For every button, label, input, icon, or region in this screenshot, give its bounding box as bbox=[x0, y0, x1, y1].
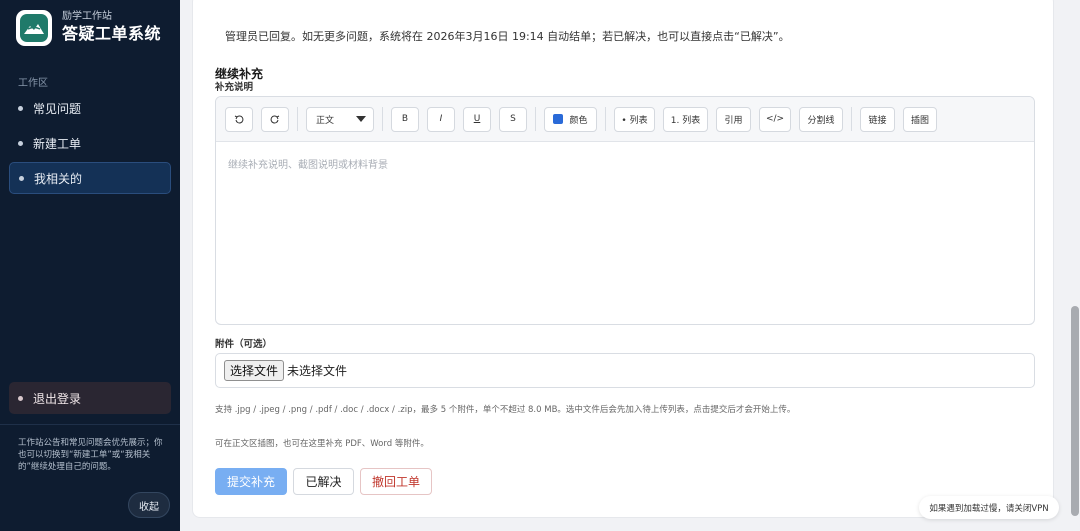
redo-icon bbox=[270, 115, 280, 124]
sidebar: 励学工作站 答疑工单系统 工作区 常见问题 新建工单 我相关的 退出登录 工作站… bbox=[0, 0, 180, 531]
file-status: 未选择文件 bbox=[287, 364, 348, 378]
italic-button[interactable]: I bbox=[427, 106, 455, 132]
logout-button[interactable]: 退出登录 bbox=[9, 382, 171, 414]
bullet-icon bbox=[18, 395, 23, 401]
bullet-icon bbox=[18, 105, 23, 111]
insert-image-button[interactable]: 插图 bbox=[903, 106, 937, 132]
link-button[interactable]: 链接 bbox=[860, 106, 895, 132]
toolbar-divider bbox=[851, 107, 852, 131]
choose-file-button[interactable]: 选择文件 bbox=[224, 360, 285, 381]
block-format-value: 正文 bbox=[316, 115, 335, 126]
undo-button[interactable] bbox=[225, 106, 253, 132]
bold-button[interactable]: B bbox=[391, 106, 419, 132]
toolbar-divider bbox=[605, 107, 606, 131]
sidebar-item-related[interactable]: 我相关的 bbox=[9, 162, 171, 194]
sidebar-item-label: 常见问题 bbox=[33, 101, 82, 116]
color-swatch-icon bbox=[553, 114, 564, 124]
logo bbox=[16, 10, 52, 46]
strikethrough-button[interactable]: S bbox=[499, 106, 527, 132]
bullet-icon bbox=[19, 175, 24, 181]
collapse-button[interactable]: 收起 bbox=[128, 492, 170, 518]
ordered-list-button[interactable]: 1. 列表 bbox=[663, 106, 708, 132]
book-on-hills-icon bbox=[20, 14, 48, 42]
inline-image-hint: 可在正文区插图，也可在这里补充 PDF、Word 等附件。 bbox=[215, 439, 429, 449]
attachment-label: 附件（可选） bbox=[215, 339, 273, 350]
divider-button[interactable]: 分割线 bbox=[799, 106, 843, 132]
sidebar-item-label: 新建工单 bbox=[33, 136, 82, 151]
text-color-label: 颜色 bbox=[569, 115, 588, 126]
undo-icon bbox=[234, 115, 244, 124]
underline-button[interactable]: U bbox=[463, 106, 491, 132]
block-format-select[interactable]: 正文 bbox=[306, 106, 374, 132]
vpn-toast: 如果遇到加载过慢，请关闭VPN bbox=[919, 496, 1059, 519]
upload-format-hint: 支持 .jpg / .jpeg / .png / .pdf / .doc / .… bbox=[215, 405, 796, 415]
mark-resolved-button[interactable]: 已解决 bbox=[293, 468, 354, 495]
code-button[interactable]: </> bbox=[759, 106, 791, 132]
sidebar-divider bbox=[0, 424, 180, 425]
sidebar-note: 工作站公告和常见问题会优先展示；你也可以切换到“新建工单”或“我相关的”继续处理… bbox=[18, 438, 163, 472]
toolbar-divider bbox=[297, 107, 298, 131]
rich-text-editor: 正文 B I U S 颜色 • 列表 1. 列表 引用 </> 分割线 链接 插… bbox=[215, 96, 1035, 325]
editor-placeholder: 继续补充说明、截图说明或材料背景 bbox=[228, 160, 388, 171]
sidebar-item-faq[interactable]: 常见问题 bbox=[9, 92, 171, 124]
toolbar-divider bbox=[535, 107, 536, 131]
scrollbar-thumb[interactable] bbox=[1071, 306, 1079, 516]
toolbar-divider bbox=[382, 107, 383, 131]
sidebar-section-label: 工作区 bbox=[18, 78, 48, 89]
editor-content-area[interactable]: 继续补充说明、截图说明或材料背景 bbox=[216, 142, 1034, 185]
action-bar: 提交补充 已解决 撤回工单 bbox=[215, 468, 438, 495]
editor-toolbar: 正文 B I U S 颜色 • 列表 1. 列表 引用 </> 分割线 链接 插… bbox=[216, 97, 1034, 142]
submit-supplement-button[interactable]: 提交补充 bbox=[215, 468, 287, 495]
brand-subtitle: 励学工作站 bbox=[62, 11, 112, 22]
bullet-icon bbox=[18, 140, 23, 146]
chevron-down-icon bbox=[356, 116, 366, 122]
sidebar-item-label: 我相关的 bbox=[34, 171, 83, 186]
brand: 励学工作站 答疑工单系统 bbox=[16, 10, 161, 46]
brand-title: 答疑工单系统 bbox=[62, 24, 162, 43]
withdraw-ticket-button[interactable]: 撤回工单 bbox=[360, 468, 432, 495]
bullet-list-button[interactable]: • 列表 bbox=[614, 106, 655, 132]
redo-button[interactable] bbox=[261, 106, 289, 132]
supplement-label: 补充说明 bbox=[215, 82, 254, 93]
file-input: 选择文件 未选择文件 bbox=[215, 353, 1035, 388]
logout-label: 退出登录 bbox=[33, 391, 82, 406]
main-content: 管理员已回复。如无更多问题，系统将在 2026年3月16日 19:14 自动结单… bbox=[180, 0, 1080, 531]
quote-button[interactable]: 引用 bbox=[716, 106, 751, 132]
text-color-button[interactable]: 颜色 bbox=[544, 106, 597, 132]
auto-close-notice: 管理员已回复。如无更多问题，系统将在 2026年3月16日 19:14 自动结单… bbox=[225, 30, 790, 43]
sidebar-item-new-ticket[interactable]: 新建工单 bbox=[9, 127, 171, 159]
